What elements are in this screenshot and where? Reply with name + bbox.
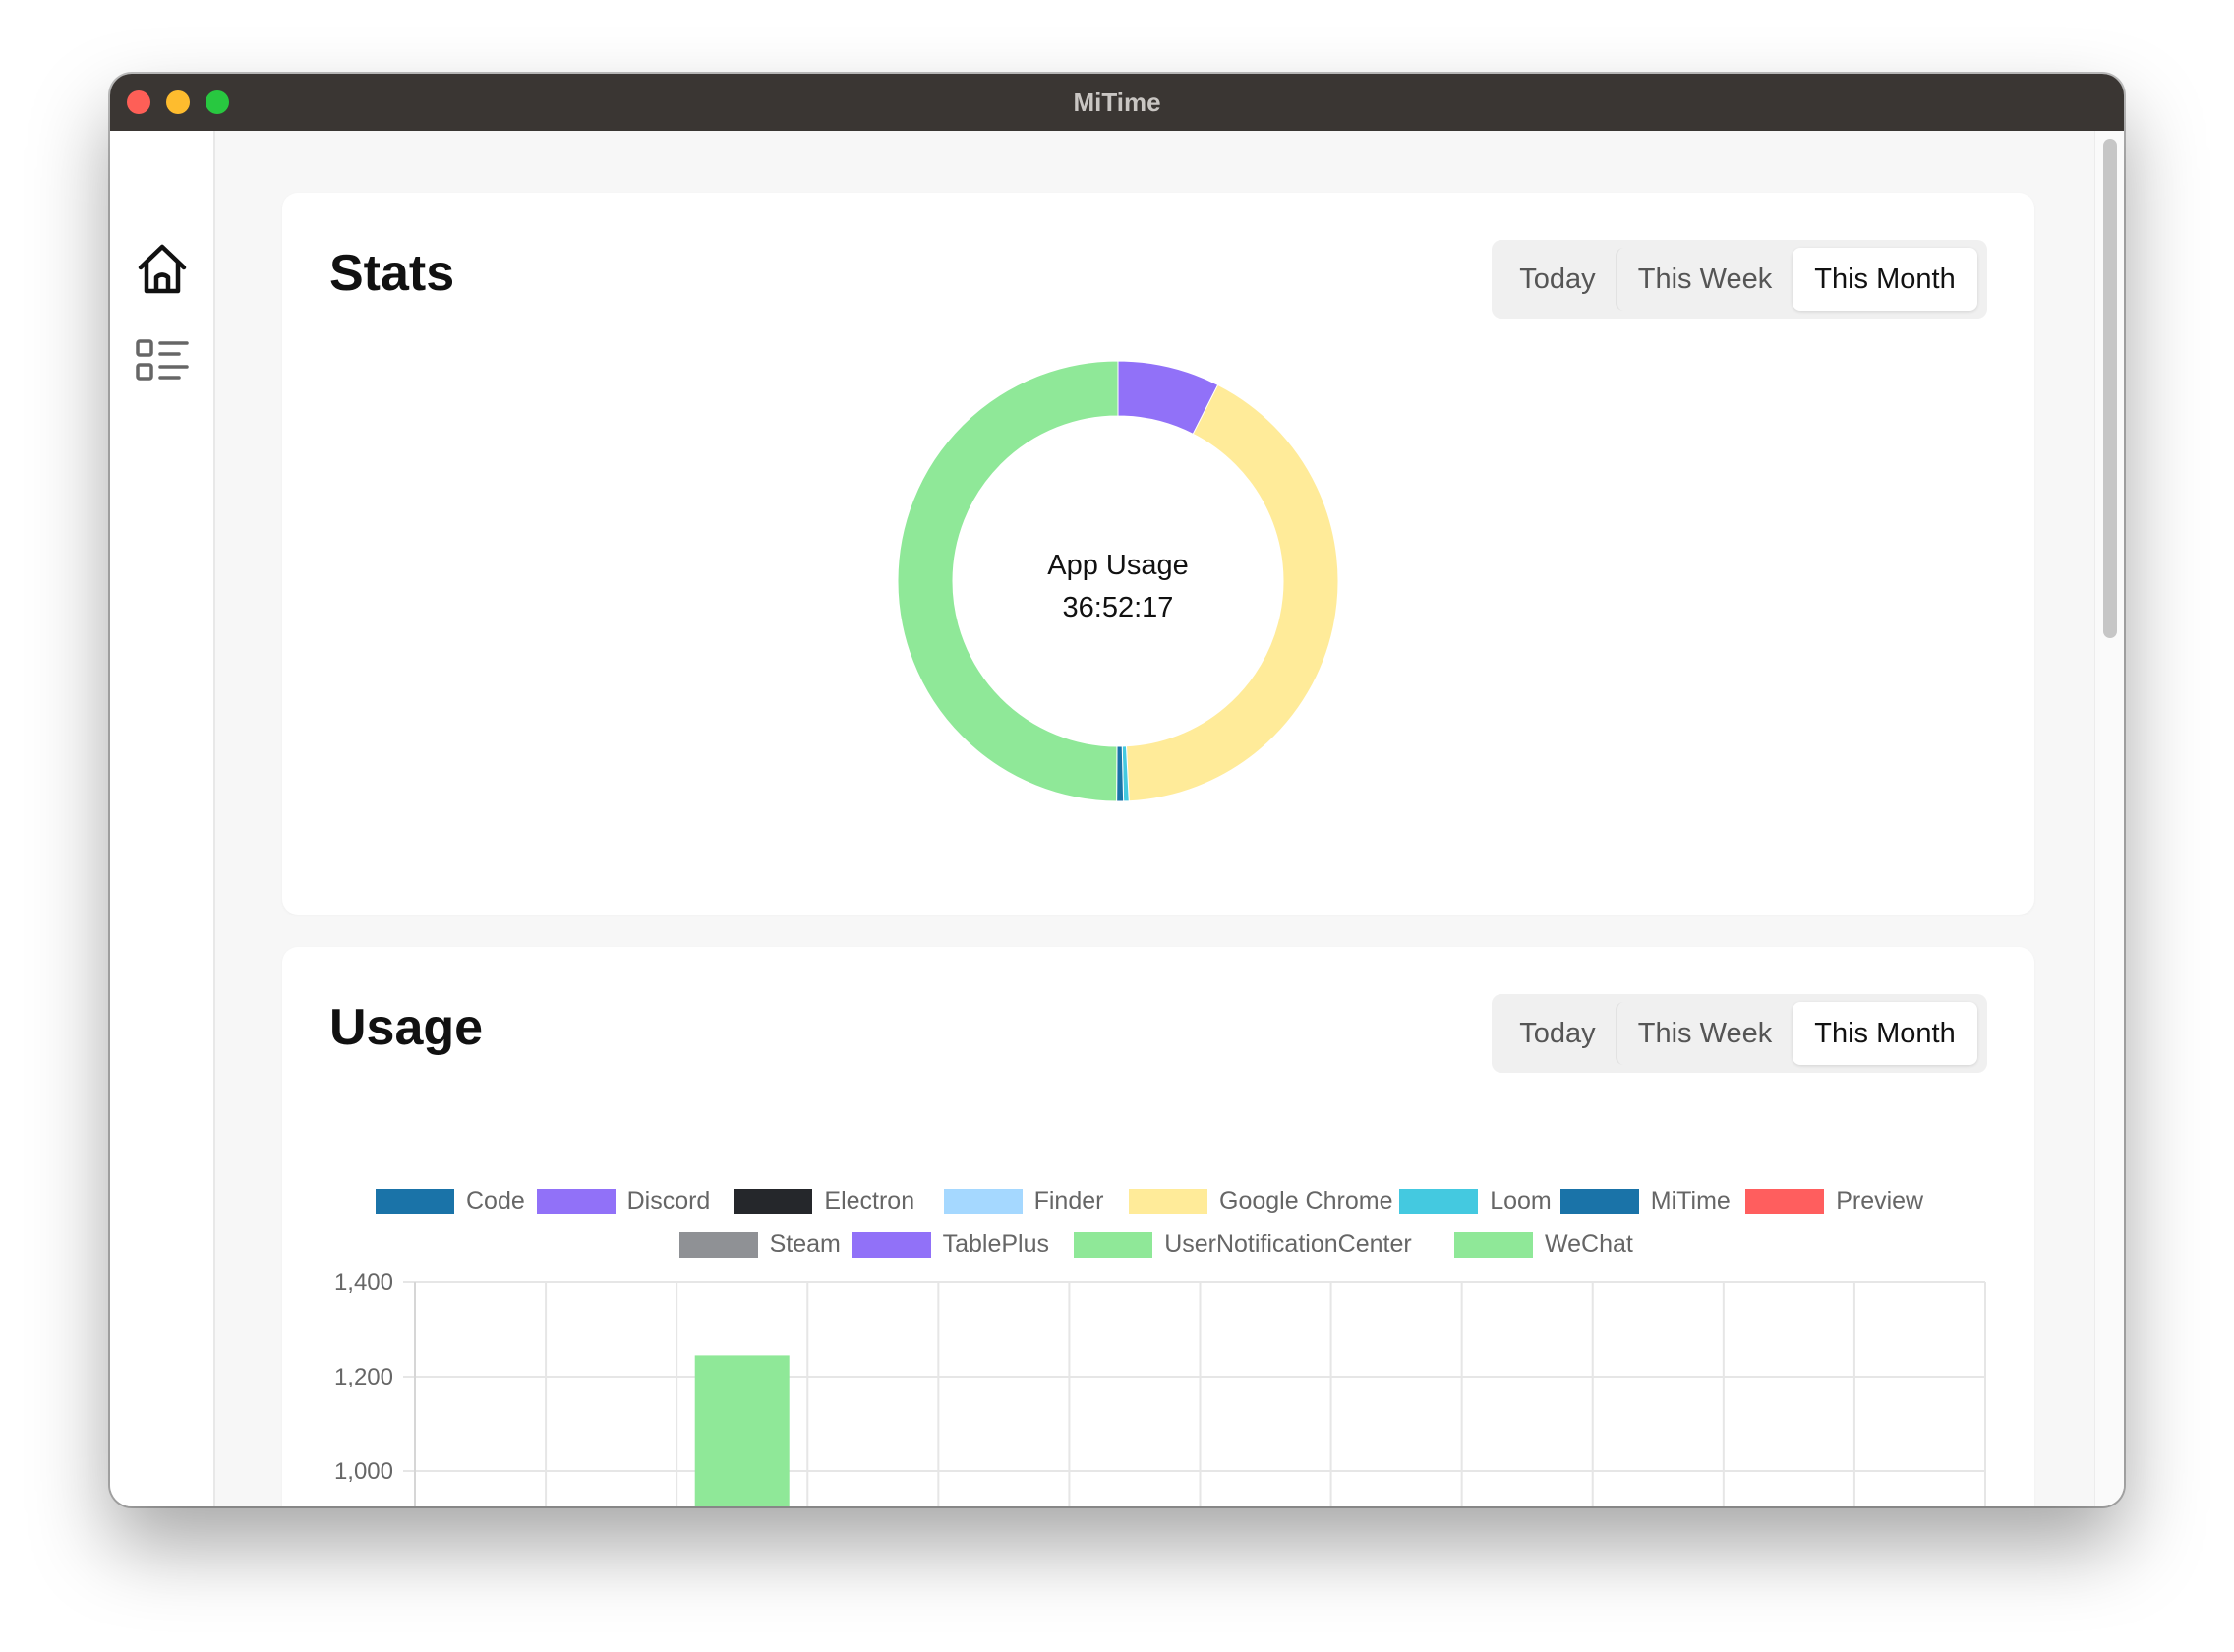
sidebar	[110, 131, 215, 1506]
scrollbar-thumb[interactable]	[2103, 139, 2117, 638]
stats-tab-this-week[interactable]: This Week	[1616, 248, 1793, 311]
y-tick-label: 1,200	[334, 1364, 393, 1390]
home-icon[interactable]	[135, 241, 190, 296]
zoom-window-button[interactable]	[206, 90, 229, 114]
usage-bar-chart: 1,400 1,200 1,000	[334, 1269, 1986, 1506]
stats-title: Stats	[329, 245, 455, 302]
donut-center-label: App Usage	[1047, 550, 1189, 581]
vertical-scrollbar[interactable]	[2094, 131, 2124, 1506]
stats-period-selector: Today This Week This Month	[1492, 240, 1987, 319]
donut-slice-mitime[interactable]	[1116, 745, 1125, 802]
stats-tab-this-month[interactable]: This Month	[1793, 248, 1977, 311]
y-tick-label: 1,000	[334, 1458, 393, 1485]
window-title: MiTime	[1073, 87, 1161, 117]
donut-center-value: 36:52:17	[1062, 592, 1174, 623]
minimize-window-button[interactable]	[166, 90, 190, 114]
bar-usernotificationcenter[interactable]	[694, 1355, 790, 1506]
usage-card: Usage Today This Week This Month Code Dis…	[282, 947, 2034, 1506]
y-tick-label: 1,400	[334, 1269, 393, 1296]
title-bar: MiTime	[110, 74, 2124, 131]
close-window-button[interactable]	[127, 90, 150, 114]
stats-card: Stats Today This Week This Month App Usa…	[282, 193, 2034, 914]
app-window: MiTime Stats Today This Week This Month …	[110, 74, 2124, 1506]
list-icon[interactable]	[135, 335, 190, 390]
stats-tab-today[interactable]: Today	[1499, 248, 1616, 311]
